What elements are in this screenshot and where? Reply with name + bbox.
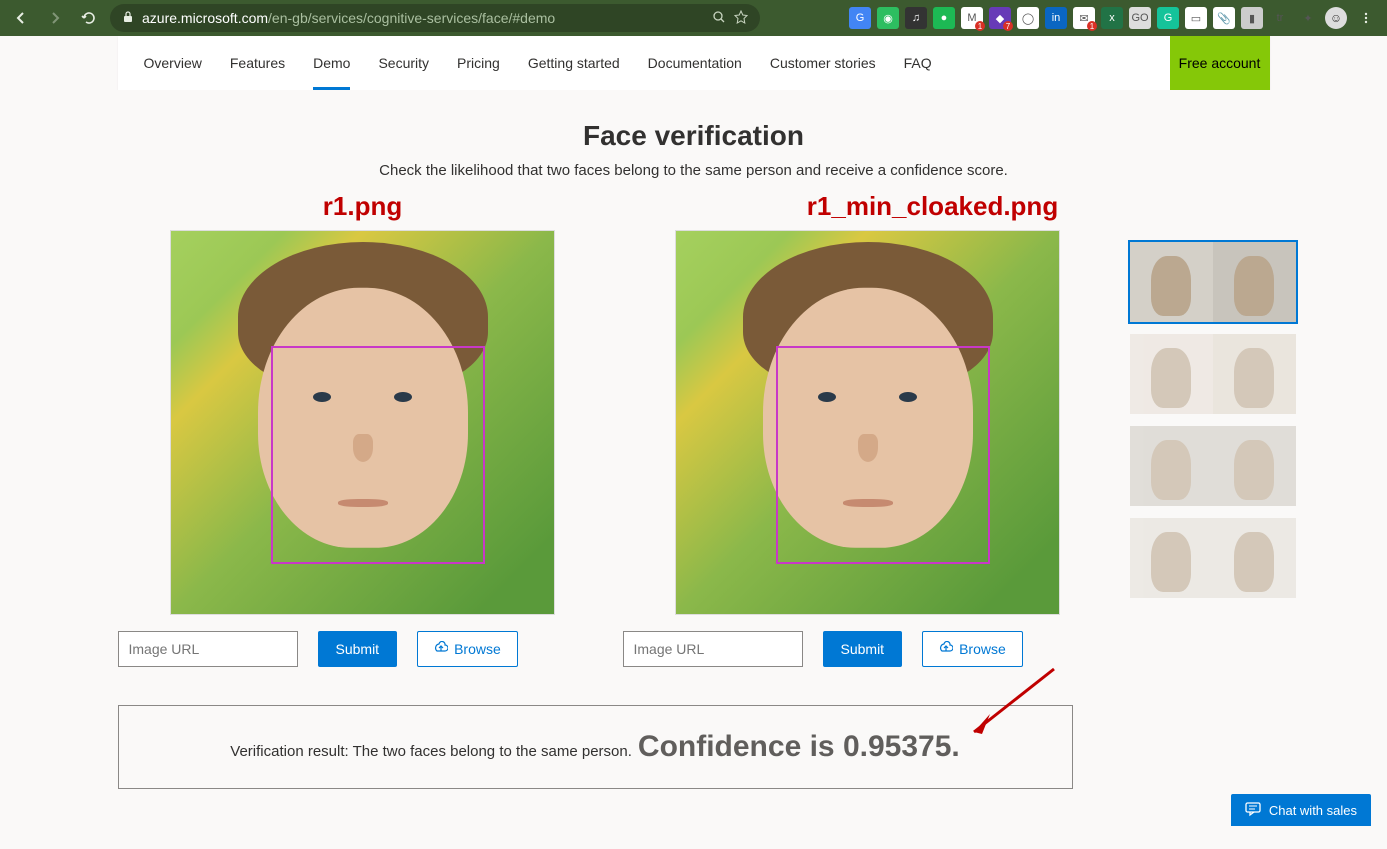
address-bar[interactable]: azure.microsoft.com/en-gb/services/cogni… [110,4,760,32]
confidence-score: Confidence is 0.95375. [638,730,960,764]
sample-thumbnail-3[interactable] [1128,424,1298,508]
sample-thumbnails [1128,230,1298,600]
chat-label: Chat with sales [1269,803,1357,818]
free-account-button[interactable]: Free account [1170,36,1270,90]
ext-google-translate-icon[interactable]: G [849,7,871,29]
upload-icon [939,641,953,658]
upload-icon [434,641,448,658]
face-image-right [675,230,1060,615]
nav-tabs: OverviewFeaturesDemoSecurityPricingGetti… [118,36,946,90]
tab-getting-started[interactable]: Getting started [514,36,634,90]
tab-demo[interactable]: Demo [299,36,364,90]
browse-button-left[interactable]: Browse [417,631,518,667]
ext-linkedin-icon[interactable]: in [1045,7,1067,29]
ext-bag-ext-icon[interactable]: ▮ [1241,7,1263,29]
browser-chrome: azure.microsoft.com/en-gb/services/cogni… [0,0,1387,36]
image-url-input-right[interactable] [623,631,803,667]
browse-label: Browse [454,641,501,657]
ext-evernote-icon[interactable]: ◉ [877,7,899,29]
forward-button[interactable] [42,5,68,31]
tab-documentation[interactable]: Documentation [634,36,756,90]
ext-grammarly-icon[interactable]: G [1157,7,1179,29]
ext-doc-ext-icon[interactable]: ▭ [1185,7,1207,29]
page-title: Face verification [118,120,1270,152]
annotation-left: r1.png [118,191,608,222]
page-subtitle: Check the likelihood that two faces belo… [118,162,1270,179]
chat-with-sales-button[interactable]: Chat with sales [1231,794,1371,826]
search-in-page-icon[interactable] [712,10,726,27]
face-image-left [170,230,555,615]
submit-button-left[interactable]: Submit [318,631,398,667]
tab-pricing[interactable]: Pricing [443,36,514,90]
verification-result: Verification result: The two faces belon… [118,705,1073,789]
ext-pin-ext-icon[interactable]: 📎 [1213,7,1235,29]
result-text: Verification result: The two faces belon… [230,743,632,760]
back-button[interactable] [8,5,34,31]
ext-circle-ext-icon[interactable]: ◯ [1017,7,1039,29]
sample-thumbnail-2[interactable] [1128,332,1298,416]
sample-thumbnail-1[interactable] [1128,240,1298,324]
browse-button-right[interactable]: Browse [922,631,1023,667]
ext-excel-icon[interactable]: x [1101,7,1123,29]
profile-avatar[interactable]: ☺ [1325,7,1347,29]
annotation-right: r1_min_cloaked.png [688,191,1178,222]
ext-tr-ext-icon[interactable]: tr [1269,7,1291,29]
extension-icons: G ◉ ♫ ● M1 ◆7 ◯ in ✉1 x GO G ▭ 📎 ▮ tr ✦ ☺ [849,5,1379,31]
reload-button[interactable] [76,5,102,31]
image-column-right: Submit Browse [623,230,1113,667]
tab-customer-stories[interactable]: Customer stories [756,36,890,90]
chrome-menu-icon[interactable] [1353,5,1379,31]
submit-button-right[interactable]: Submit [823,631,903,667]
url-text: azure.microsoft.com/en-gb/services/cogni… [142,10,704,26]
tab-features[interactable]: Features [216,36,299,90]
ext-spotify-icon[interactable]: ● [933,7,955,29]
lock-icon [122,10,134,26]
arrow-annotation [954,664,1064,744]
image-column-left: Submit Browse [118,230,608,667]
ext-headphones-icon[interactable]: ♫ [905,7,927,29]
star-icon[interactable] [734,10,748,27]
tab-security[interactable]: Security [364,36,443,90]
tab-overview[interactable]: Overview [130,36,216,90]
face-detection-box [271,346,485,564]
ext-gmail-icon[interactable]: M1 [961,7,983,29]
ext-puzzle-icon[interactable]: ✦ [1297,7,1319,29]
chat-icon [1245,801,1261,820]
page-nav: OverviewFeaturesDemoSecurityPricingGetti… [118,36,1270,90]
ext-mail2-icon[interactable]: ✉1 [1073,7,1095,29]
tab-faq[interactable]: FAQ [890,36,946,90]
ext-go-ext-icon[interactable]: GO [1129,7,1151,29]
face-detection-box [776,346,990,564]
browse-label: Browse [959,641,1006,657]
ext-purple-ext-icon[interactable]: ◆7 [989,7,1011,29]
sample-thumbnail-4[interactable] [1128,516,1298,600]
image-url-input-left[interactable] [118,631,298,667]
